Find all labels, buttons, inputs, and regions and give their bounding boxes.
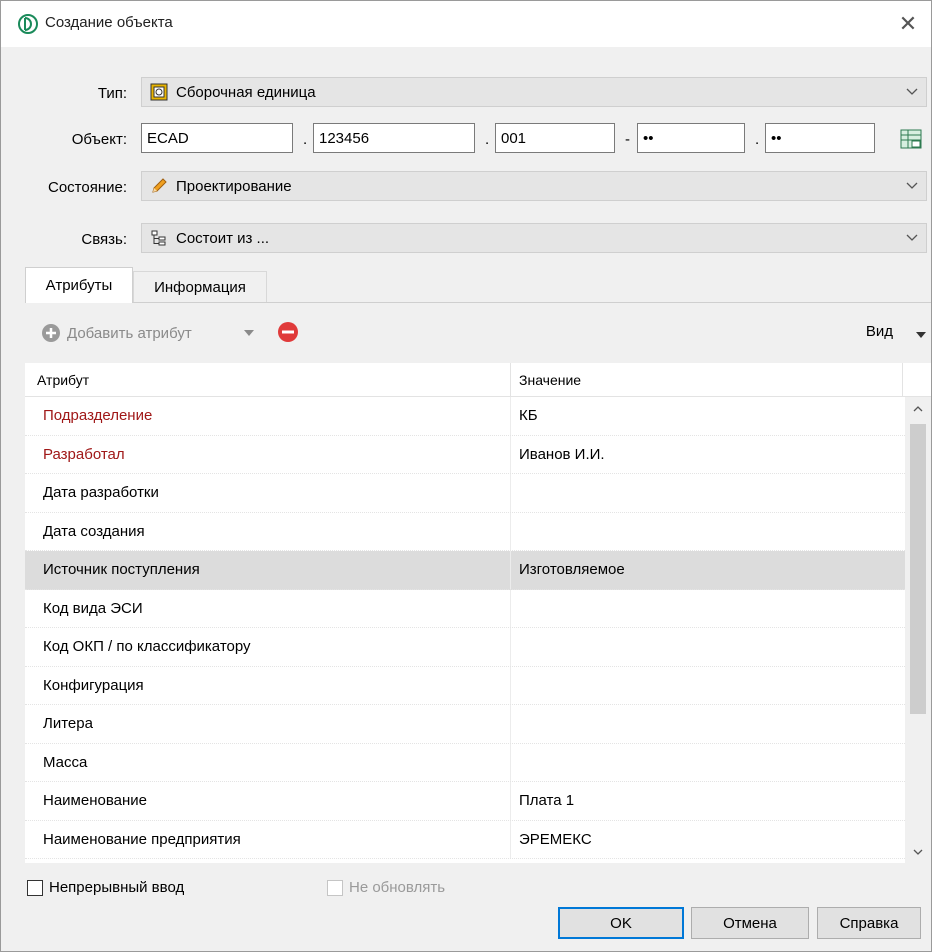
- add-attribute-button[interactable]: Добавить атрибут: [41, 323, 192, 343]
- attribute-value[interactable]: [511, 744, 903, 782]
- table-row[interactable]: Дата создания: [25, 512, 905, 551]
- attribute-value[interactable]: ЭРЕМЕКС: [511, 821, 903, 859]
- table-row-selected[interactable]: Источник поступления Изготовляемое: [25, 551, 905, 590]
- attribute-value[interactable]: Плата 1: [511, 782, 903, 820]
- attribute-value[interactable]: [511, 667, 903, 705]
- add-icon: [42, 324, 60, 342]
- object-field-2[interactable]: [313, 123, 475, 153]
- attribute-name: Разработал: [25, 435, 511, 473]
- attribute-name: Код вида ЭСИ: [25, 589, 511, 627]
- object-field-3[interactable]: [495, 123, 615, 153]
- state-label: Состояние:: [47, 179, 127, 196]
- state-combo[interactable]: Проектирование: [141, 171, 927, 201]
- attribute-name: Наименование предприятия: [25, 820, 511, 858]
- column-header-value[interactable]: Значение: [511, 363, 903, 397]
- checkbox-box: [27, 879, 43, 896]
- object-separator-3: -: [625, 131, 630, 148]
- attribute-value[interactable]: [511, 474, 903, 512]
- object-field-5[interactable]: [765, 123, 875, 153]
- view-menu-button[interactable]: Вид: [866, 323, 893, 340]
- object-separator-4: .: [755, 131, 760, 148]
- attribute-name: Литера: [25, 705, 511, 743]
- scroll-up-button[interactable]: [905, 397, 931, 421]
- attributes-toolbar: Добавить атрибут Вид: [25, 303, 931, 363]
- app-logo-icon: [18, 14, 38, 34]
- object-field-4[interactable]: [637, 123, 745, 153]
- attribute-name: Код ОКП / по классификатору: [25, 628, 511, 666]
- close-button[interactable]: ✕: [885, 1, 931, 47]
- chevron-up-icon: [913, 406, 923, 412]
- object-label: Объект:: [71, 131, 127, 148]
- remove-attribute-icon[interactable]: [277, 321, 299, 343]
- attribute-name: Подразделение: [25, 397, 511, 435]
- pencil-icon: [152, 178, 167, 193]
- state-value: Проектирование: [176, 177, 292, 195]
- type-value: Сборочная единица: [176, 83, 316, 101]
- attribute-name: Дата разработки: [25, 474, 511, 512]
- table-icon: [900, 129, 922, 149]
- object-separator-1: .: [303, 131, 308, 148]
- no-update-checkbox: Не обновлять: [327, 879, 445, 896]
- attribute-name: Масса: [25, 743, 511, 781]
- checkbox-box: [327, 879, 343, 896]
- chevron-down-icon: [913, 849, 923, 855]
- close-icon: ✕: [898, 11, 918, 36]
- table-row[interactable]: Код ОКП / по классификатору: [25, 628, 905, 667]
- assembly-icon: [150, 83, 168, 101]
- attribute-name: Источник поступления: [25, 551, 511, 589]
- attribute-name: Наименование: [25, 782, 511, 820]
- object-separator-2: .: [485, 131, 490, 148]
- link-combo[interactable]: Состоит из ...: [141, 223, 927, 253]
- table-row[interactable]: Код вида ЭСИ: [25, 589, 905, 628]
- ok-button[interactable]: OK: [558, 907, 684, 939]
- grid-header: Атрибут Значение: [25, 363, 931, 397]
- link-value: Состоит из ...: [176, 229, 270, 247]
- attribute-value[interactable]: [511, 513, 903, 551]
- type-combo[interactable]: Сборочная единица: [141, 77, 927, 107]
- window-title: Создание объекта: [45, 14, 173, 31]
- table-row[interactable]: Конфигурация: [25, 666, 905, 705]
- view-dropdown-icon[interactable]: [915, 331, 927, 339]
- designation-picker-button[interactable]: [899, 127, 923, 151]
- chevron-down-icon: [906, 234, 918, 241]
- attribute-value[interactable]: Иванов И.И.: [511, 436, 903, 474]
- add-attribute-dropdown-icon[interactable]: [243, 329, 255, 337]
- link-label: Связь:: [81, 231, 127, 248]
- chevron-down-icon: [906, 182, 918, 189]
- column-header-attribute[interactable]: Атрибут: [25, 363, 511, 397]
- type-label: Тип:: [97, 85, 127, 102]
- table-row[interactable]: Наименование предприятия ЭРЕМЕКС: [25, 820, 905, 859]
- table-row[interactable]: Масса: [25, 743, 905, 782]
- table-row[interactable]: Подразделение КБ: [25, 397, 905, 436]
- attributes-panel: Добавить атрибут Вид Атрибут Значение По…: [25, 302, 931, 864]
- attribute-value[interactable]: [511, 628, 903, 666]
- vertical-scrollbar[interactable]: [905, 397, 931, 864]
- cancel-button[interactable]: Отмена: [691, 907, 809, 939]
- tab-attributes[interactable]: Атрибуты: [25, 267, 133, 303]
- attribute-value[interactable]: [511, 705, 903, 743]
- help-button[interactable]: Справка: [817, 907, 921, 939]
- chevron-down-icon: [906, 88, 918, 95]
- attribute-name: Дата создания: [25, 512, 511, 550]
- title-bar: Создание объекта ✕: [1, 1, 931, 47]
- table-row[interactable]: Дата разработки: [25, 474, 905, 513]
- attribute-value[interactable]: Изготовляемое: [511, 551, 903, 589]
- attribute-name: Конфигурация: [25, 666, 511, 704]
- tree-structure-icon: [151, 230, 166, 246]
- attribute-value[interactable]: КБ: [511, 397, 903, 435]
- tab-information[interactable]: Информация: [133, 271, 267, 303]
- object-field-1[interactable]: [141, 123, 293, 153]
- continuous-input-checkbox[interactable]: Непрерывный ввод: [27, 879, 184, 896]
- attribute-rows: Подразделение КБ Разработал Иванов И.И. …: [25, 397, 905, 864]
- table-row[interactable]: Литера: [25, 705, 905, 744]
- scroll-thumb[interactable]: [910, 424, 926, 714]
- scroll-down-button[interactable]: [905, 840, 931, 864]
- create-object-dialog: Создание объекта ✕ Тип: Сборочная единиц…: [0, 0, 932, 952]
- attribute-value[interactable]: [511, 590, 903, 628]
- table-row[interactable]: Наименование Плата 1: [25, 782, 905, 821]
- table-row[interactable]: Разработал Иванов И.И.: [25, 435, 905, 474]
